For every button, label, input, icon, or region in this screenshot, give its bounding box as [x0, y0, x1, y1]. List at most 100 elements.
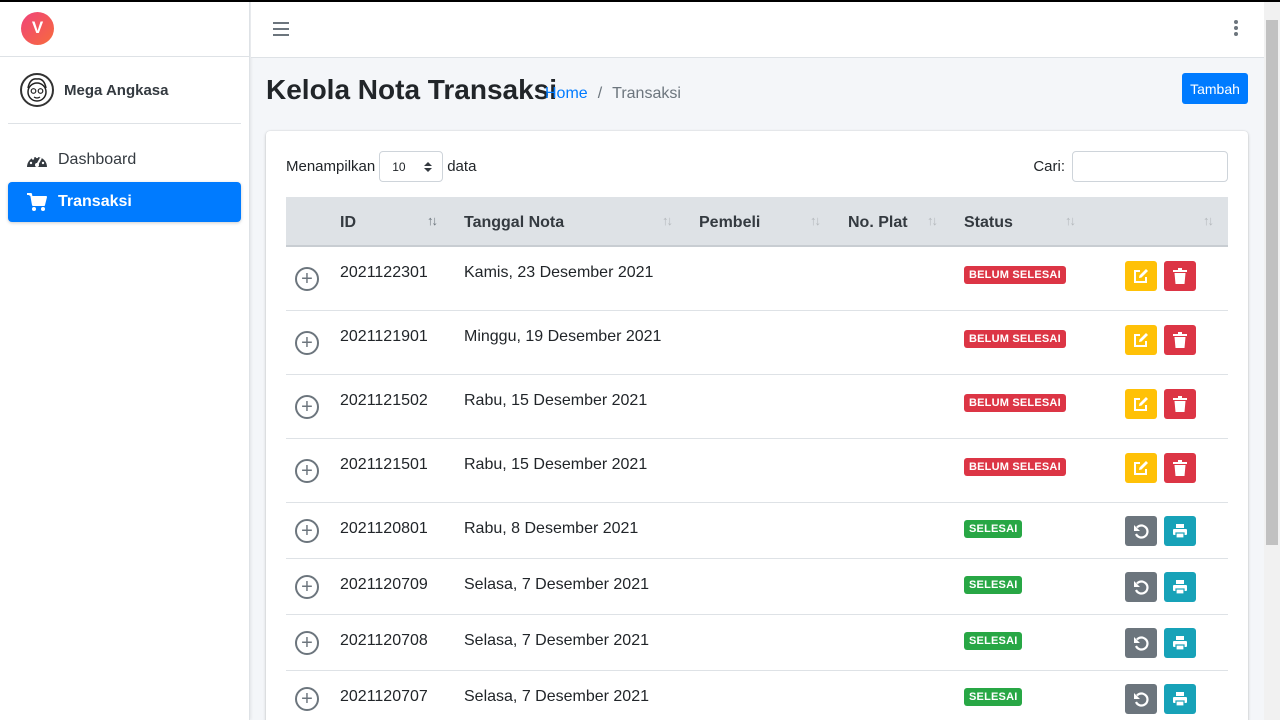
page-size-select[interactable]: 10 [379, 151, 444, 182]
status-badge: BELUM SELESAI [964, 266, 1066, 284]
row-id: 2021120708 [340, 632, 428, 649]
trash-icon [1173, 396, 1187, 412]
kebab-icon[interactable] [1234, 20, 1240, 40]
expand-row-icon[interactable]: + [295, 687, 319, 711]
print-button[interactable] [1164, 516, 1196, 546]
status-badge: BELUM SELESAI [964, 330, 1066, 348]
sidebar-item-transaksi[interactable]: Transaksi [8, 182, 241, 222]
sort-desc-icon[interactable]: ↑↓ [427, 213, 438, 228]
transactions-card: Menampilkan 10 data Cari: ID ↑↓ Tanggal … [266, 131, 1248, 720]
search-label: Cari: [1033, 158, 1065, 175]
row-tanggal: Selasa, 7 Desember 2021 [464, 576, 649, 593]
breadcrumb-home-link[interactable]: Home [545, 85, 588, 103]
add-button[interactable]: Tambah [1182, 73, 1248, 104]
hamburger-icon[interactable] [273, 22, 289, 36]
edit-button[interactable] [1125, 261, 1157, 291]
edit-button[interactable] [1125, 453, 1157, 483]
expand-row-icon[interactable]: + [295, 575, 319, 599]
page-size-prefix: Menampilkan [286, 158, 376, 175]
page-size-value: 10 [392, 159, 406, 174]
undo-button[interactable] [1125, 516, 1157, 546]
edit-button[interactable] [1125, 325, 1157, 355]
search-control: Cari: [1033, 151, 1228, 182]
table-row: + 2021120708 Selasa, 7 Desember 2021 SEL… [286, 615, 1228, 671]
content-header: Kelola Nota Transaksi Home / Transaksi T… [266, 73, 1248, 114]
status-badge: SELESAI [964, 632, 1023, 650]
delete-button[interactable] [1164, 453, 1196, 483]
trash-icon [1173, 332, 1187, 348]
search-input[interactable] [1072, 151, 1228, 182]
sort-icon[interactable]: ↑↓ [1203, 213, 1214, 228]
undo-icon [1134, 692, 1149, 707]
expand-row-icon[interactable]: + [295, 267, 319, 291]
table-row: + 2021121502 Rabu, 15 Desember 2021 BELU… [286, 375, 1228, 439]
edit-icon [1134, 333, 1148, 347]
top-navbar [251, 2, 1264, 58]
print-button[interactable] [1164, 684, 1196, 714]
print-icon [1173, 580, 1187, 595]
sort-icon[interactable]: ↑↓ [927, 213, 938, 228]
sidebar: V Mega Angkasa Dashboard Transaksi [0, 0, 250, 720]
undo-button[interactable] [1125, 628, 1157, 658]
user-name[interactable]: Mega Angkasa [64, 82, 168, 99]
page-scrollbar[interactable] [1264, 2, 1280, 720]
brand[interactable]: V [0, 0, 249, 57]
user-panel[interactable]: Mega Angkasa [8, 57, 241, 124]
column-header-status[interactable]: Status [964, 214, 1013, 232]
breadcrumb: Home / Transaksi [545, 85, 681, 103]
undo-icon [1134, 524, 1149, 539]
expand-row-icon[interactable]: + [295, 395, 319, 419]
sort-icon[interactable]: ↑↓ [1065, 213, 1076, 228]
sort-icon[interactable]: ↑↓ [662, 213, 673, 228]
table-controls: Menampilkan 10 data Cari: [286, 151, 1228, 183]
print-button[interactable] [1164, 628, 1196, 658]
row-id: 2021120709 [340, 576, 428, 593]
row-id: 2021122301 [340, 264, 428, 281]
expand-row-icon[interactable]: + [295, 631, 319, 655]
row-id: 2021120801 [340, 520, 428, 537]
page-title: Kelola Nota Transaksi [266, 74, 558, 105]
tachometer-icon [26, 150, 48, 170]
avatar[interactable] [20, 73, 54, 107]
breadcrumb-separator: / [597, 85, 603, 102]
row-id: 2021121901 [340, 328, 428, 345]
undo-icon [1134, 580, 1149, 595]
trash-icon [1173, 268, 1187, 284]
table-row: + 2021120707 Selasa, 7 Desember 2021 SEL… [286, 671, 1228, 720]
delete-button[interactable] [1164, 325, 1196, 355]
undo-button[interactable] [1125, 572, 1157, 602]
row-tanggal: Rabu, 15 Desember 2021 [464, 456, 648, 473]
table-header: ID ↑↓ Tanggal Nota ↑↓ Pembeli ↑↓ No. Pla… [286, 197, 1228, 247]
row-tanggal: Selasa, 7 Desember 2021 [464, 632, 649, 649]
table-body: + 2021122301 Kamis, 23 Desember 2021 BEL… [286, 247, 1228, 720]
column-header-tanggal[interactable]: Tanggal Nota [464, 214, 564, 232]
scrollbar-thumb[interactable] [1266, 20, 1278, 545]
avatar-face-icon [27, 78, 47, 102]
top-border [0, 0, 1280, 2]
expand-row-icon[interactable]: + [295, 519, 319, 543]
print-button[interactable] [1164, 572, 1196, 602]
column-header-plat[interactable]: No. Plat [848, 214, 908, 232]
expand-row-icon[interactable]: + [295, 331, 319, 355]
row-tanggal: Selasa, 7 Desember 2021 [464, 688, 649, 705]
delete-button[interactable] [1164, 261, 1196, 291]
status-badge: SELESAI [964, 576, 1023, 594]
edit-button[interactable] [1125, 389, 1157, 419]
sort-icon[interactable]: ↑↓ [810, 213, 821, 228]
delete-button[interactable] [1164, 389, 1196, 419]
undo-button[interactable] [1125, 684, 1157, 714]
sidebar-item-label: Dashboard [58, 151, 137, 168]
transactions-table: ID ↑↓ Tanggal Nota ↑↓ Pembeli ↑↓ No. Pla… [286, 197, 1228, 720]
trash-icon [1173, 460, 1187, 476]
column-header-pembeli[interactable]: Pembeli [699, 214, 760, 232]
sidebar-item-dashboard[interactable]: Dashboard [8, 140, 241, 180]
expand-row-icon[interactable]: + [295, 459, 319, 483]
table-row: + 2021121501 Rabu, 15 Desember 2021 BELU… [286, 439, 1228, 503]
sidebar-nav: Dashboard Transaksi [0, 140, 249, 222]
brand-logo[interactable]: V [21, 11, 54, 45]
row-tanggal: Rabu, 15 Desember 2021 [464, 392, 648, 409]
column-header-id[interactable]: ID [340, 214, 356, 232]
row-id: 2021121501 [340, 456, 428, 473]
sidebar-item-label: Transaksi [58, 193, 132, 210]
page-size-control: Menampilkan 10 data [286, 151, 476, 182]
